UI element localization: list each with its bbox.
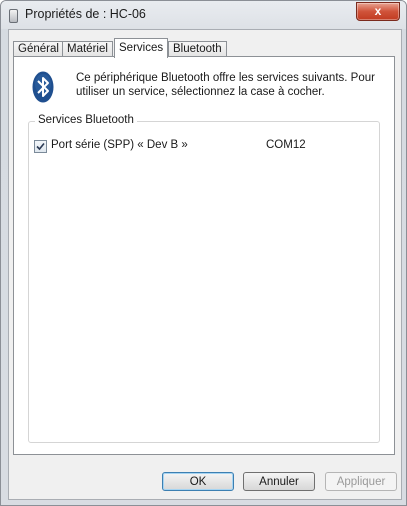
bluetooth-icon <box>32 71 54 106</box>
dialog-client-area: Général Matériel Services Bluetooth Ce p… <box>8 29 402 500</box>
services-tab-panel: Ce périphérique Bluetooth offre les serv… <box>13 56 395 455</box>
properties-window: Propriétés de : HC-06 x Général Matériel… <box>0 0 407 506</box>
services-description: Ce périphérique Bluetooth offre les serv… <box>76 72 375 98</box>
close-button[interactable]: x <box>356 2 400 21</box>
services-group-label: Services Bluetooth <box>35 114 137 126</box>
checkmark-icon <box>36 142 45 151</box>
service-checkbox[interactable] <box>34 140 47 153</box>
tab-services[interactable]: Services <box>114 38 169 58</box>
services-list: Port série (SPP) « Dev B » COM12 <box>34 138 375 438</box>
service-name: Port série (SPP) « Dev B » <box>51 139 188 151</box>
device-icon <box>9 9 18 23</box>
tab-bluetooth[interactable]: Bluetooth <box>168 41 227 57</box>
apply-button[interactable]: Appliquer <box>325 472 397 491</box>
tab-general[interactable]: Général <box>13 41 64 57</box>
services-group: Services Bluetooth Port série (SPP) « De… <box>28 114 380 443</box>
window-title: Propriétés de : HC-06 <box>25 7 146 21</box>
title-bar[interactable]: Propriétés de : HC-06 x <box>1 1 406 29</box>
close-icon: x <box>374 4 382 18</box>
ok-button[interactable]: OK <box>162 472 234 491</box>
service-row[interactable]: Port série (SPP) « Dev B » COM12 <box>34 138 375 156</box>
service-port: COM12 <box>266 139 306 151</box>
cancel-button[interactable]: Annuler <box>243 472 315 491</box>
tab-materiel[interactable]: Matériel <box>62 41 113 57</box>
